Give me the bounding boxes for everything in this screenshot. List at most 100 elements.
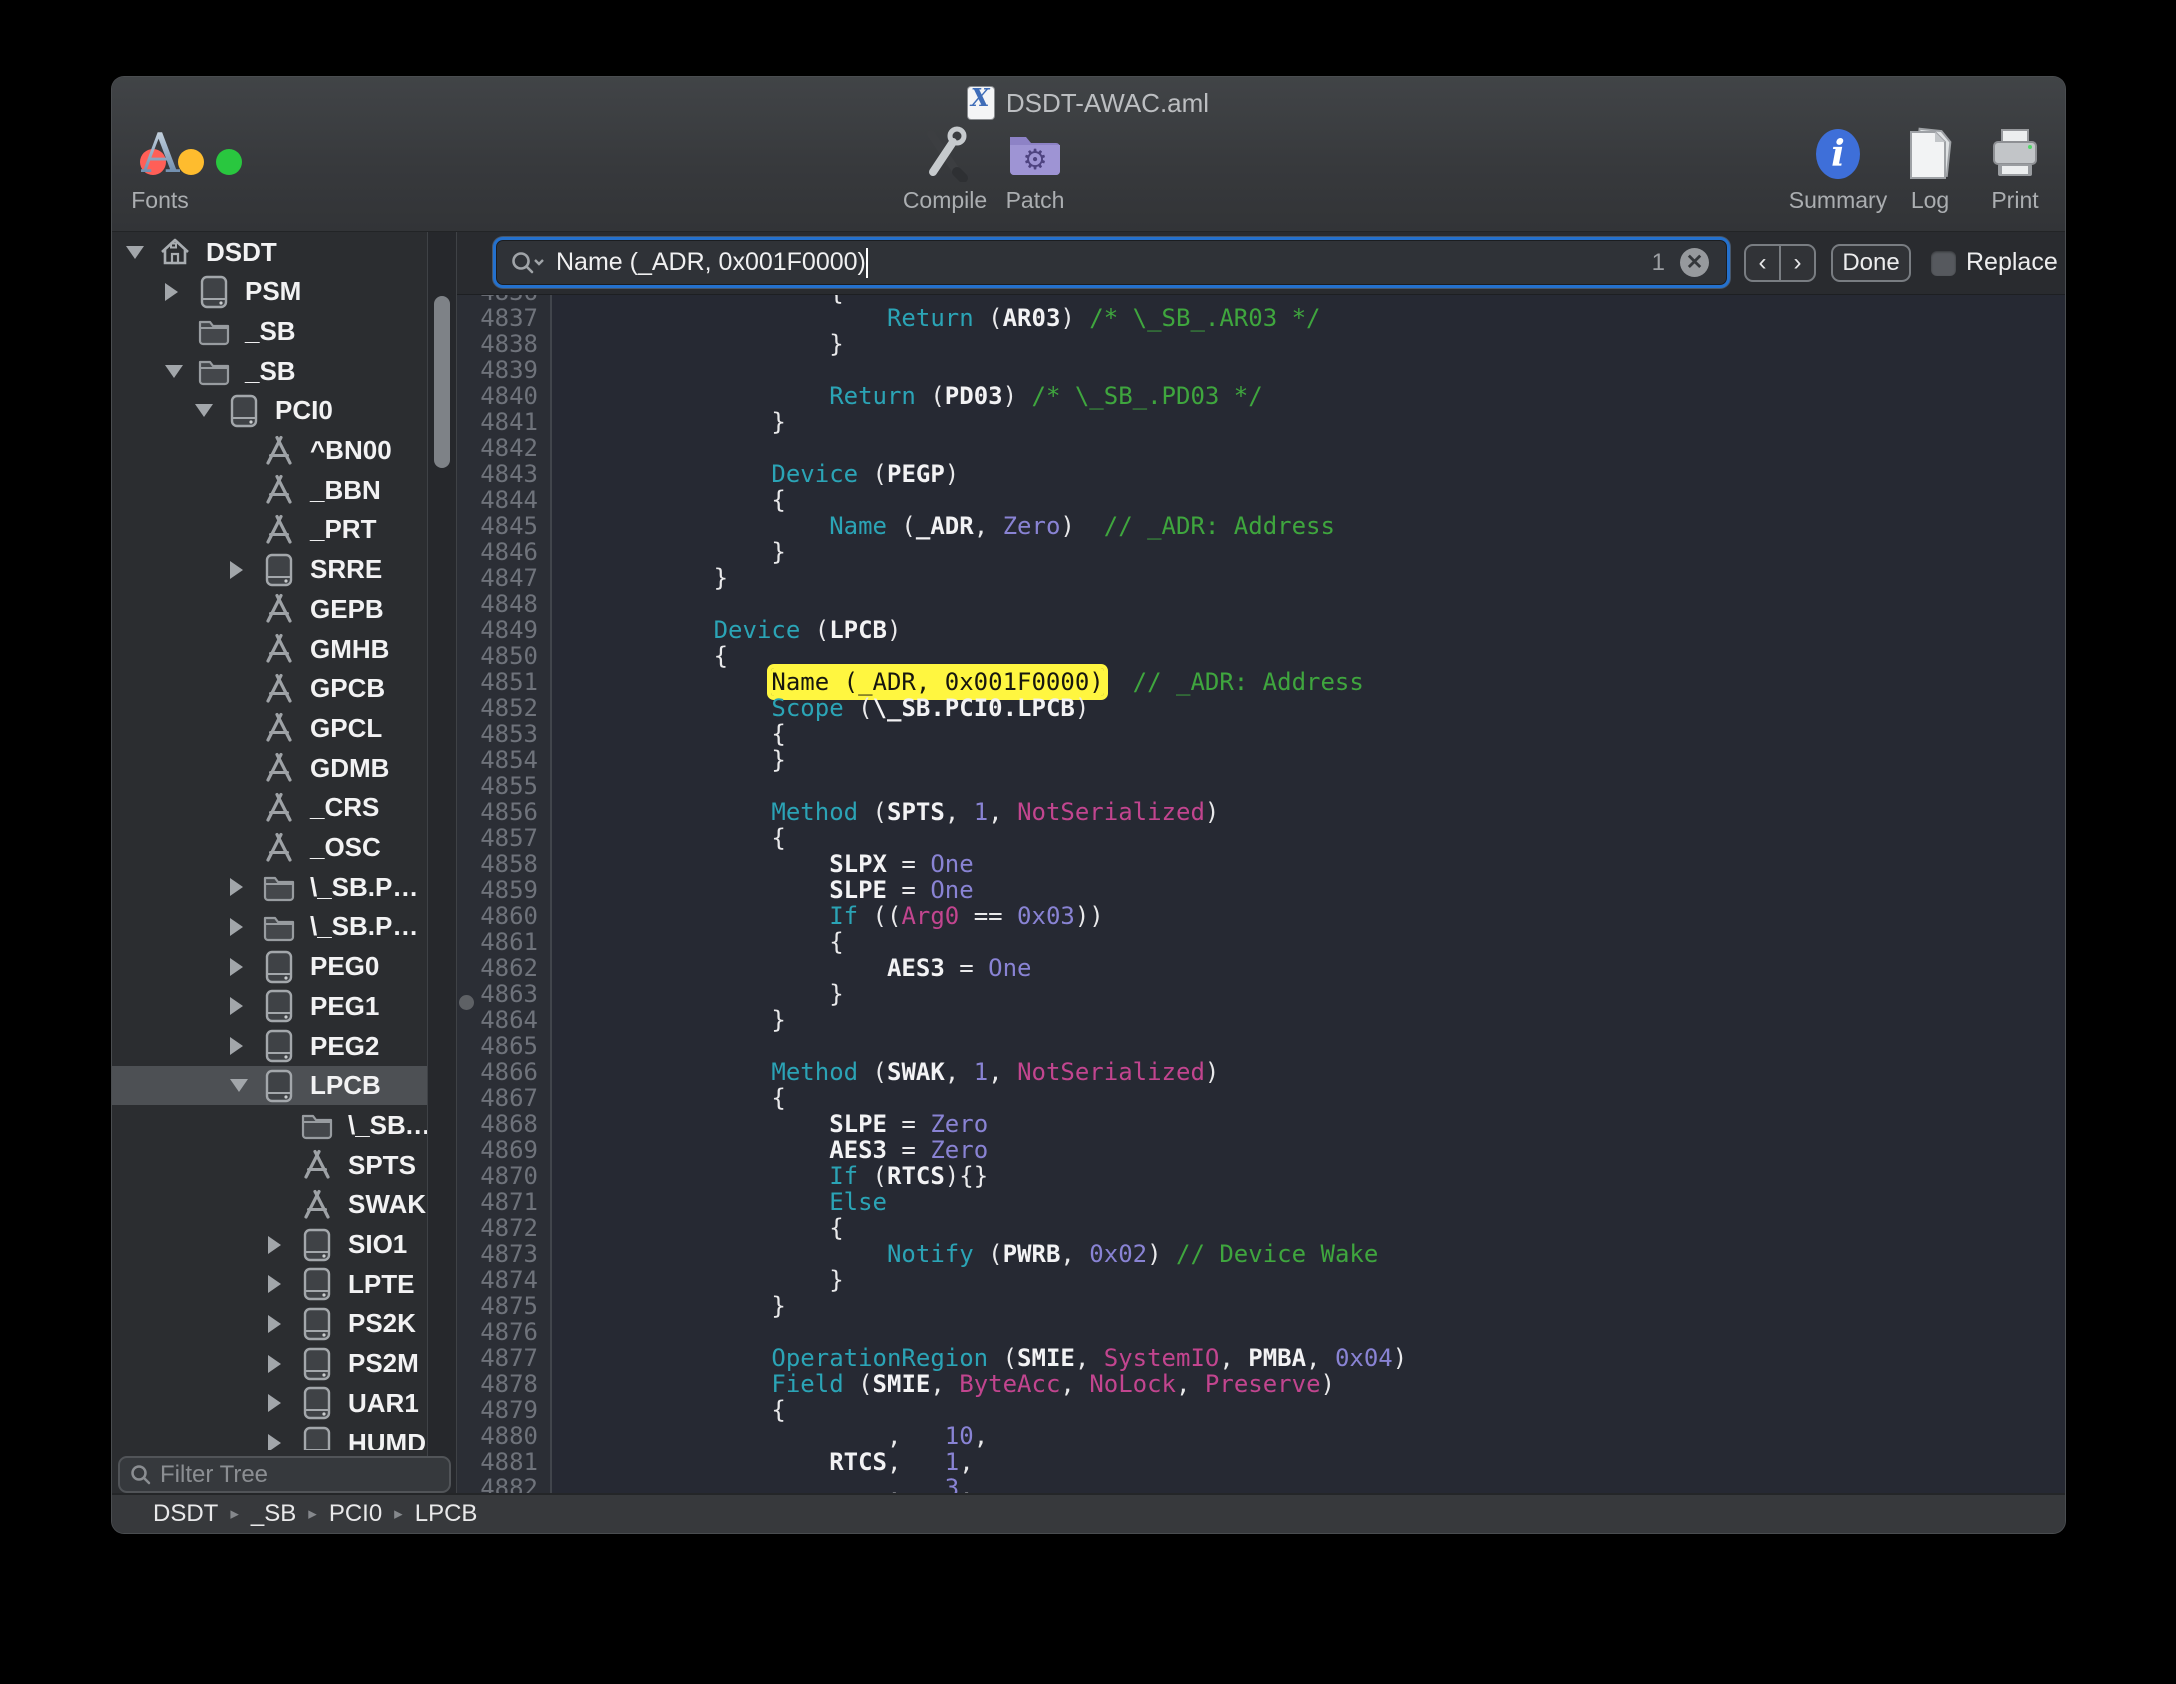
code-line: 4853 { <box>457 721 2065 747</box>
fonts-label: Fonts <box>131 189 189 212</box>
disclosure-triangle[interactable] <box>195 404 213 417</box>
code-line: 4860 If ((Arg0 == 0x03)) <box>457 903 2065 929</box>
tree-item-GEPB[interactable]: GEPB <box>112 590 427 629</box>
split-handle-dot[interactable] <box>459 995 474 1010</box>
disclosure-triangle[interactable] <box>230 1079 248 1092</box>
tree-item-label: GPCL <box>310 713 382 744</box>
replace-checkbox[interactable] <box>1931 251 1956 276</box>
code-line: 4866 Method (SWAK, 1, NotSerialized) <box>457 1059 2065 1085</box>
disclosure-triangle[interactable] <box>165 283 178 301</box>
tree-item-PEG1[interactable]: PEG1 <box>112 987 427 1026</box>
code-line: 4864 } <box>457 1007 2065 1033</box>
tree-item-PRT[interactable]: _PRT <box>112 510 427 549</box>
folder-icon <box>197 354 231 388</box>
log-label: Log <box>1911 189 1949 212</box>
tree-item-PCI0[interactable]: PCI0 <box>112 391 427 430</box>
breadcrumb-item[interactable]: DSDT <box>153 1500 218 1528</box>
tree-item-SBP[interactable]: \_SB.P… <box>112 907 427 946</box>
line-number: 4874 <box>457 1267 550 1293</box>
disclosure-triangle[interactable] <box>230 958 243 976</box>
code-line: 4878 Field (SMIE, ByteAcc, NoLock, Prese… <box>457 1371 2065 1397</box>
code-line: 4861 { <box>457 929 2065 955</box>
tree-item-GPCL[interactable]: GPCL <box>112 709 427 748</box>
disclosure-triangle[interactable] <box>230 918 243 936</box>
search-menu-icon[interactable] <box>510 250 544 276</box>
tree-item-SBP[interactable]: \_SB.P… <box>112 868 427 907</box>
tree-item-SIO1[interactable]: SIO1 <box>112 1225 427 1264</box>
tree-item-SB[interactable]: \_SB.… <box>112 1106 427 1145</box>
line-number: 4839 <box>457 357 550 383</box>
disclosure-triangle[interactable] <box>165 365 183 378</box>
fonts-icon: A <box>141 127 180 181</box>
code-line: 4862 AES3 = One <box>457 955 2065 981</box>
tree-item-PEG0[interactable]: PEG0 <box>112 947 427 986</box>
disclosure-triangle[interactable] <box>268 1315 281 1333</box>
tree-item-HUMD[interactable]: HUMD <box>112 1424 427 1451</box>
disclosure-triangle[interactable] <box>230 997 243 1015</box>
disclosure-triangle[interactable] <box>230 561 243 579</box>
tree-item-PSM[interactable]: PSM <box>112 272 427 311</box>
disclosure-triangle[interactable] <box>268 1275 281 1293</box>
disclosure-triangle[interactable] <box>230 878 243 896</box>
toolbar-button-fonts[interactable]: A Fonts <box>112 125 225 212</box>
tree-item-label: SPTS <box>348 1150 416 1181</box>
tree-item-BN00[interactable]: ^BN00 <box>112 431 427 470</box>
toolbar-button-print[interactable]: Print <box>1950 125 2065 212</box>
line-number: 4842 <box>457 435 550 461</box>
tree-item-label: _SB <box>245 316 296 347</box>
breadcrumb-item[interactable]: LPCB <box>415 1500 478 1528</box>
tree-item-SPTS[interactable]: SPTS <box>112 1146 427 1185</box>
disclosure-triangle[interactable] <box>268 1236 281 1254</box>
window-title: DSDT-AWAC.aml <box>1006 88 1209 119</box>
filter-tree-field[interactable]: Filter Tree <box>118 1456 451 1493</box>
tree-item-SRRE[interactable]: SRRE <box>112 550 427 589</box>
line-number: 4879 <box>457 1397 550 1423</box>
breadcrumb-item[interactable]: PCI0 <box>329 1500 382 1528</box>
line-number: 4867 <box>457 1085 550 1111</box>
disclosure-triangle[interactable] <box>230 1037 243 1055</box>
tree-item-SB[interactable]: _SB <box>112 312 427 351</box>
folder-icon <box>197 314 231 348</box>
tree-item-SWAK[interactable]: SWAK <box>112 1185 427 1224</box>
disclosure-triangle[interactable] <box>268 1434 281 1450</box>
code-line: 4865 <box>457 1033 2065 1059</box>
tree-item-GMHB[interactable]: GMHB <box>112 630 427 669</box>
tree-item-PS2K[interactable]: PS2K <box>112 1304 427 1343</box>
sidebar-scrollbar-thumb[interactable] <box>434 296 450 468</box>
tree-item-SB[interactable]: _SB <box>112 352 427 391</box>
line-number: 4853 <box>457 721 550 747</box>
patch-label: Patch <box>1006 189 1065 212</box>
tree-item-DSDT[interactable]: DSDT <box>112 233 427 272</box>
tree-item-OSC[interactable]: _OSC <box>112 828 427 867</box>
tree-item-GPCB[interactable]: GPCB <box>112 669 427 708</box>
find-next-button[interactable]: › <box>1781 246 1814 280</box>
tree-item-PS2M[interactable]: PS2M <box>112 1344 427 1383</box>
tree-item-label: ^BN00 <box>310 435 392 466</box>
tree-item-PEG2[interactable]: PEG2 <box>112 1027 427 1066</box>
tree-item-label: DSDT <box>206 237 277 268</box>
tree-item-label: \_SB.… <box>348 1110 427 1141</box>
device-icon <box>262 989 296 1023</box>
disclosure-triangle[interactable] <box>268 1394 281 1412</box>
done-button[interactable]: Done <box>1831 244 1911 282</box>
clear-search-button[interactable]: ✕ <box>1680 248 1709 277</box>
code-line: 4874 } <box>457 1267 2065 1293</box>
titlebar: X DSDT-AWAC.aml A Fonts Compile <box>112 77 2065 232</box>
tree-item-GDMB[interactable]: GDMB <box>112 749 427 788</box>
breadcrumb-item[interactable]: _SB <box>251 1500 296 1528</box>
disclosure-triangle[interactable] <box>126 246 144 259</box>
code-editor[interactable]: 4836 {4837 Return (AR03) /* \_SB_.AR03 *… <box>457 295 2065 1493</box>
device-icon <box>262 950 296 984</box>
toolbar-button-patch[interactable]: ⚙ Patch <box>970 125 1100 212</box>
line-number: 4865 <box>457 1033 550 1059</box>
tree-item-UAR1[interactable]: UAR1 <box>112 1384 427 1423</box>
find-previous-button[interactable]: ‹ <box>1746 246 1781 280</box>
disclosure-triangle[interactable] <box>268 1355 281 1373</box>
tree-item-LPTE[interactable]: LPTE <box>112 1265 427 1304</box>
tree-item-BBN[interactable]: _BBN <box>112 471 427 510</box>
line-number: 4852 <box>457 695 550 721</box>
tree-item-LPCB[interactable]: LPCB <box>112 1066 427 1105</box>
method-icon <box>262 513 296 547</box>
search-input[interactable]: Name (_ADR, 0x001F0000) 1 ✕ <box>493 237 1730 288</box>
tree-item-CRS[interactable]: _CRS <box>112 788 427 827</box>
